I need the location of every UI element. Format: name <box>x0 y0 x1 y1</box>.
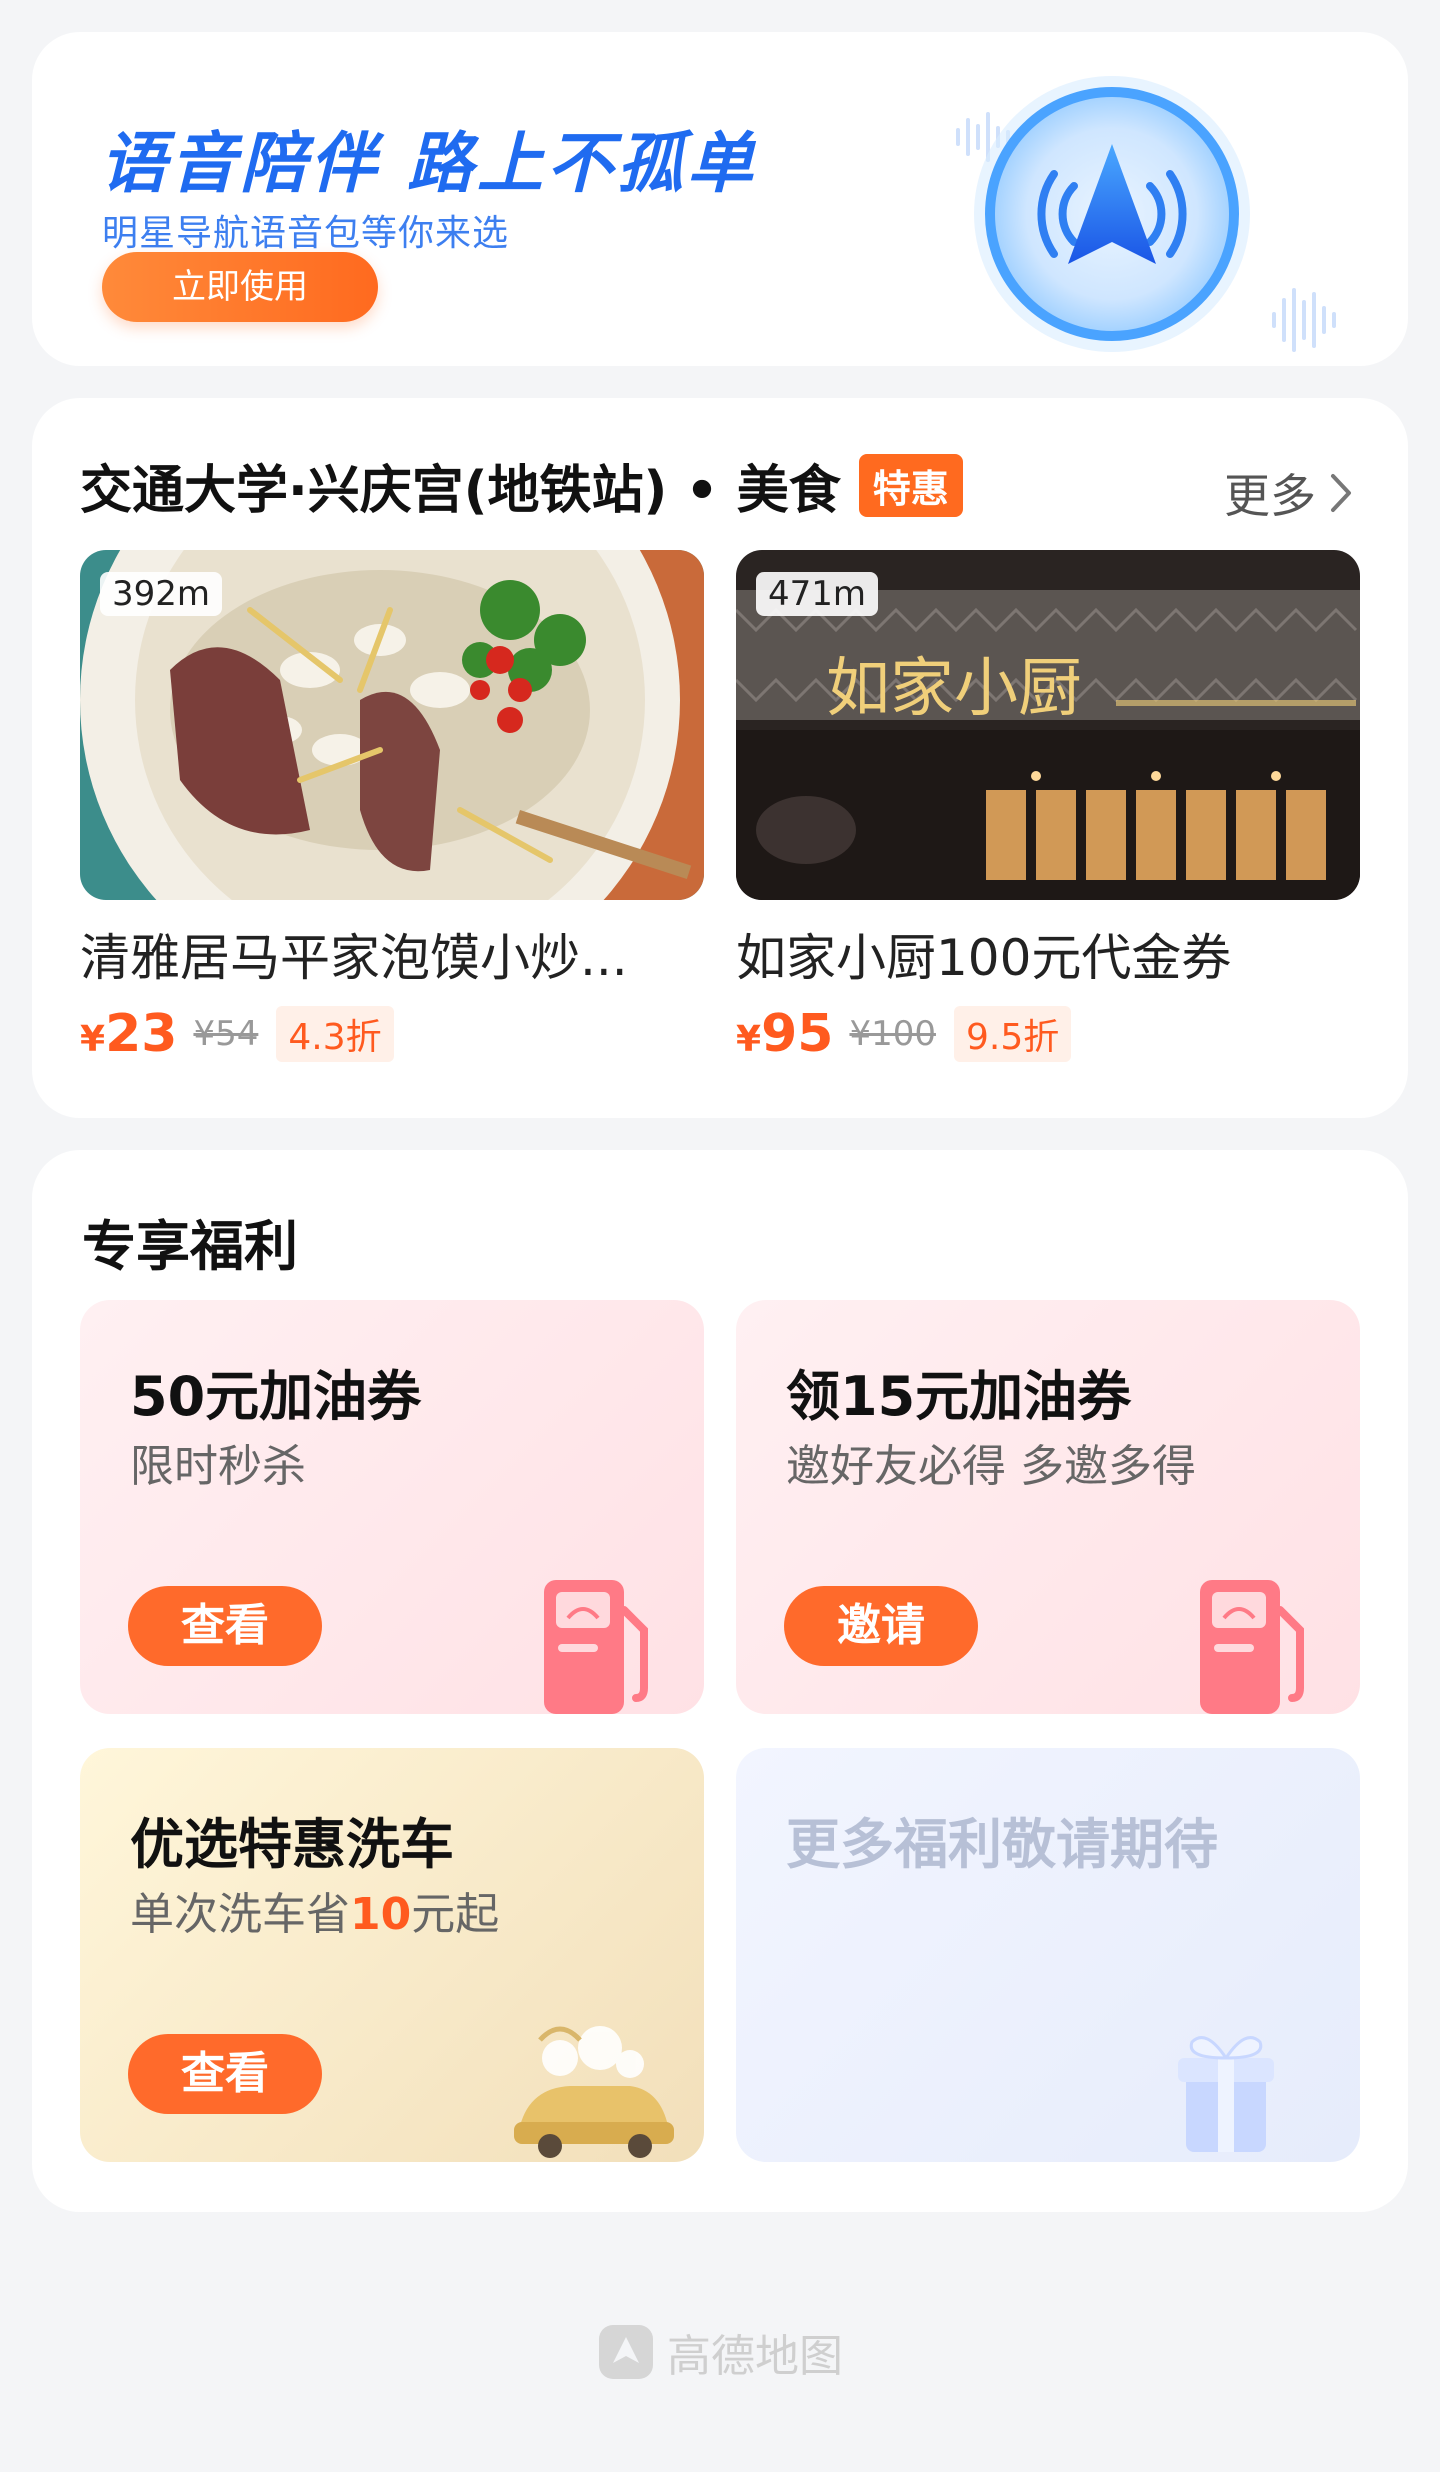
banner-title: 语音陪伴 路上不孤单 <box>100 125 757 202</box>
car-wash-card[interactable]: 优选特惠洗车 单次洗车省10元起 查看 <box>80 1748 704 2162</box>
discount-badge: 4.3折 <box>276 1006 394 1062</box>
discount-badge: 9.5折 <box>953 1006 1072 1062</box>
benefit-title: 更多福利敬请期待 <box>786 1813 1218 1876</box>
view-button[interactable]: 查看 <box>128 2034 322 2114</box>
benefit-subtitle: 邀好友必得 多邀多得 <box>786 1441 1196 1492</box>
food-section-header: 交通大学·兴庆宫(地铁站) • 美食 特惠 <box>80 450 963 521</box>
more-benefits-card: 更多福利敬请期待 <box>736 1748 1360 2162</box>
nearby-food-section: 交通大学·兴庆宫(地铁站) • 美食 特惠 更多 392m 清雅居马平家泡馍小炒… <box>32 398 1408 1118</box>
special-offer-badge: 特惠 <box>858 453 963 517</box>
distance-badge: 392m <box>100 572 223 616</box>
invite-button[interactable]: 邀请 <box>784 1586 978 1666</box>
invite-fuel-coupon-card[interactable]: 领15元加油券 邀好友必得 多邀多得 邀请 <box>736 1300 1360 1714</box>
deal-price: ¥23 <box>80 1004 178 1064</box>
benefit-title: 领15元加油券 <box>786 1365 1132 1428</box>
svg-text:如家小厨: 如家小厨 <box>826 652 1082 726</box>
more-label: 更多 <box>1224 469 1316 523</box>
brand-footer: 高德地图 <box>0 2320 1440 2384</box>
benefit-subtitle: 单次洗车省10元起 <box>130 1889 500 1940</box>
banner-subtitle: 明星导航语音包等你来选 <box>102 213 510 254</box>
car-wash-icon <box>514 2026 674 2158</box>
brand-name: 高德地图 <box>667 2331 843 2382</box>
use-now-button[interactable]: 立即使用 <box>102 252 378 322</box>
food-section-title: 交通大学·兴庆宫(地铁站) • 美食 <box>80 460 841 521</box>
original-price: ¥100 <box>849 1014 936 1054</box>
deal-card[interactable]: 392m 清雅居马平家泡馍小炒... ¥23 ¥54 4.3折 <box>80 550 704 1064</box>
benefits-title: 专享福利 <box>82 1215 298 1278</box>
benefit-subtitle: 限时秒杀 <box>130 1441 306 1492</box>
original-price: ¥54 <box>193 1014 259 1054</box>
more-link[interactable]: 更多 <box>1224 460 1352 526</box>
price-row: ¥95 ¥100 9.5折 <box>736 1004 1360 1064</box>
deal-name[interactable]: 如家小厨100元代金券 <box>736 918 1360 990</box>
sound-wave-icon <box>1272 288 1336 352</box>
price-row: ¥23 ¥54 4.3折 <box>80 1004 704 1064</box>
voice-pack-banner[interactable]: 语音陪伴 路上不孤单 明星导航语音包等你来选 立即使用 <box>32 32 1408 366</box>
deal-price: ¥95 <box>736 1004 834 1064</box>
exclusive-benefits-section: 专享福利 50元加油券 限时秒杀 查看 领15元加油券 邀好友必得 多邀多得 邀… <box>32 1150 1408 2212</box>
voice-navigation-icon <box>974 76 1250 352</box>
deal-photo[interactable]: 如家小厨 471m <box>736 550 1360 900</box>
gift-box-icon <box>1178 2036 1274 2152</box>
deal-card[interactable]: 如家小厨 471m 如家小厨100元代金券 ¥95 ¥100 9.5折 <box>736 550 1360 1064</box>
fuel-pump-icon <box>544 1580 648 1714</box>
fuel-pump-icon <box>1200 1580 1304 1714</box>
benefit-title: 50元加油券 <box>130 1365 422 1428</box>
deal-name[interactable]: 清雅居马平家泡馍小炒... <box>80 918 704 990</box>
benefit-title: 优选特惠洗车 <box>130 1813 454 1876</box>
amap-logo-icon <box>599 2325 653 2379</box>
fuel-coupon-card[interactable]: 50元加油券 限时秒杀 查看 <box>80 1300 704 1714</box>
distance-badge: 471m <box>756 572 879 616</box>
deal-photo[interactable]: 392m <box>80 550 704 900</box>
view-button[interactable]: 查看 <box>128 1586 322 1666</box>
chevron-right-icon <box>1331 474 1351 512</box>
